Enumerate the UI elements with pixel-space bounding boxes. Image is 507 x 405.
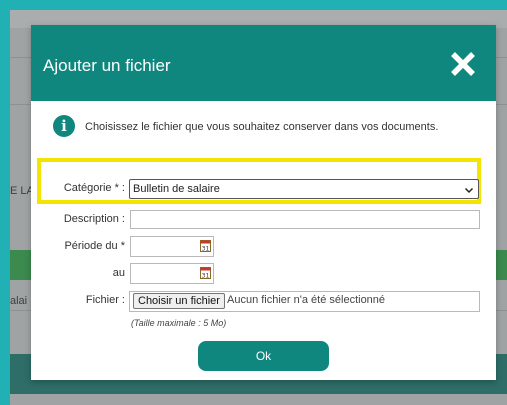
- description-input[interactable]: [130, 210, 480, 229]
- info-message: Choisissez le fichier que vous souhaitez…: [85, 121, 439, 133]
- period-to-date-input[interactable]: 31: [130, 263, 214, 284]
- category-select[interactable]: Bulletin de salaire: [129, 179, 479, 199]
- choose-file-button[interactable]: Choisir un fichier: [133, 293, 225, 309]
- file-input[interactable]: Choisir un fichier Aucun fichier n'a été…: [129, 291, 480, 312]
- dialog-title: Ajouter un fichier: [43, 56, 171, 75]
- svg-text:31: 31: [202, 246, 210, 253]
- category-label: Catégorie * :: [63, 182, 125, 194]
- svg-text:31: 31: [202, 273, 210, 280]
- file-status: Aucun fichier n'a été sélectionné: [227, 294, 386, 306]
- add-file-dialog: Ajouter un fichier i Choisissez le fichi…: [31, 25, 496, 380]
- period-from-label: Période du *: [64, 240, 125, 252]
- close-icon: [451, 52, 475, 76]
- info-icon: i: [53, 115, 75, 137]
- dialog-header: Ajouter un fichier: [31, 25, 496, 101]
- description-label: Description :: [63, 213, 125, 225]
- close-button[interactable]: [448, 49, 478, 79]
- max-size-note: (Taille maximale : 5 Mo): [131, 318, 227, 328]
- background-text-fragment: alai: [10, 295, 28, 307]
- chevron-down-icon: [464, 187, 474, 194]
- calendar-icon[interactable]: 31: [200, 267, 211, 279]
- file-label: Fichier :: [85, 294, 125, 306]
- period-from-date-input[interactable]: 31: [130, 236, 214, 257]
- ok-button[interactable]: Ok: [198, 341, 329, 371]
- category-selected-value: Bulletin de salaire: [133, 183, 220, 195]
- calendar-icon[interactable]: 31: [200, 240, 211, 252]
- period-to-label: au: [112, 267, 125, 279]
